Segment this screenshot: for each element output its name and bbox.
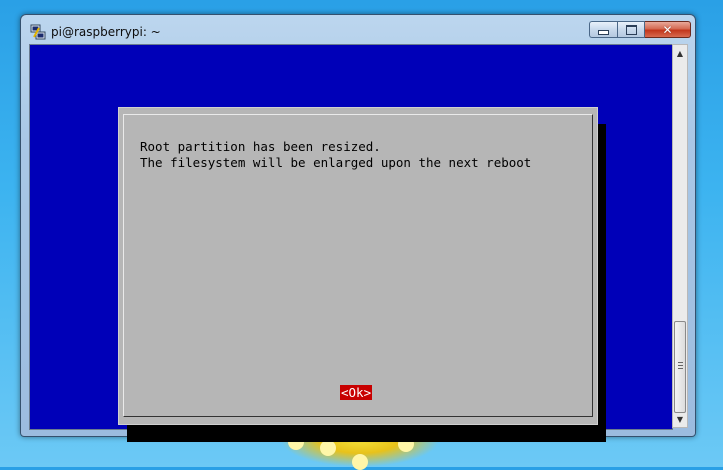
window-title: pi@raspberrypi: ~ — [51, 25, 161, 39]
putty-icon[interactable] — [30, 24, 46, 40]
dialog-message-line-1: Root partition has been resized. — [140, 139, 381, 154]
wallpaper-petal — [320, 440, 336, 456]
close-icon: ✕ — [662, 22, 673, 37]
caption-buttons: ✕ — [589, 21, 691, 39]
scrollbar-thumb[interactable] — [674, 321, 686, 413]
wallpaper-petal — [352, 454, 368, 470]
dialog-message: Root partition has been resized. The fil… — [140, 139, 531, 170]
minimize-button[interactable] — [589, 21, 617, 38]
close-button[interactable]: ✕ — [645, 21, 691, 38]
title-bar[interactable]: pi@raspberrypi: ~ ✕ — [21, 15, 695, 47]
scroll-down-icon[interactable]: ▼ — [673, 411, 687, 427]
ok-button[interactable]: <Ok> — [340, 385, 373, 400]
scroll-up-icon[interactable]: ▲ — [673, 45, 687, 61]
vertical-scrollbar[interactable]: ▲ ▼ — [672, 44, 688, 428]
maximize-icon — [625, 24, 637, 35]
dialog-message-line-2: The filesystem will be enlarged upon the… — [140, 154, 532, 170]
maximize-button[interactable] — [617, 21, 645, 38]
terminal-console[interactable]: Root partition has been resized. The fil… — [29, 44, 673, 442]
terminal-window[interactable]: pi@raspberrypi: ~ ✕ Root partition has b… — [20, 14, 696, 442]
minimize-icon — [598, 30, 609, 35]
grip-icon — [678, 362, 683, 370]
dialog-frame: Root partition has been resized. The fil… — [123, 114, 593, 417]
message-dialog: Root partition has been resized. The fil… — [118, 107, 598, 425]
